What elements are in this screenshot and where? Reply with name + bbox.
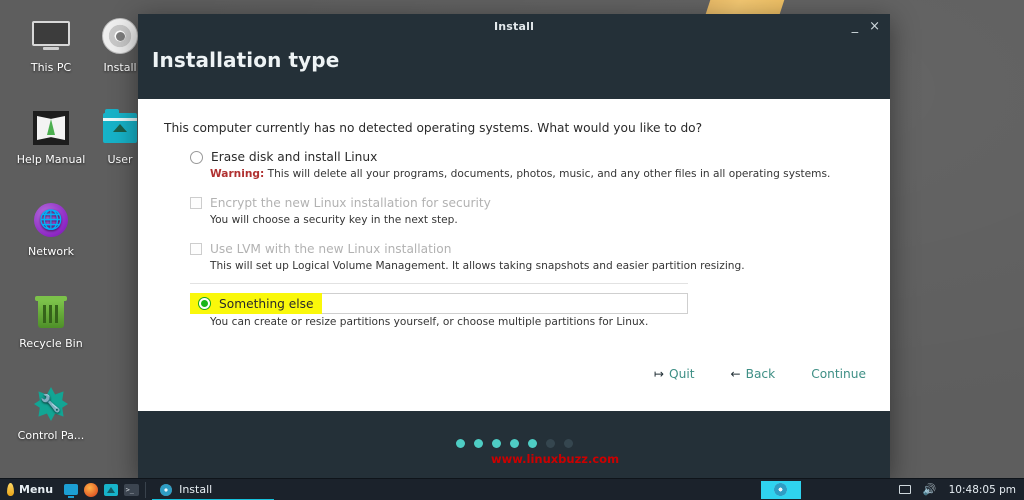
option-label: Use LVM with the new Linux installation [210, 242, 452, 256]
progress-dots [138, 439, 890, 448]
options-list: Erase disk and install Linux Warning: Th… [164, 147, 864, 328]
quicklaunch-file-manager[interactable] [101, 479, 121, 500]
warning-text: This will delete all your programs, docu… [267, 168, 831, 180]
continue-label: Continue [811, 367, 866, 381]
options-divider [190, 283, 688, 284]
quit-button[interactable]: ↦ Quit [654, 367, 695, 381]
menu-flame-icon [7, 483, 14, 496]
progress-dot [455, 439, 465, 448]
desktop: This PC Install Help Manual User 🌐 Netwo… [0, 0, 1024, 500]
option-encrypt: Encrypt the new Linux installation for s… [190, 193, 864, 226]
option-description: You will choose a security key in the ne… [210, 214, 458, 226]
watermark: www.linuxbuzz.com [491, 452, 620, 466]
desktop-icon-label: Recycle Bin [19, 337, 83, 350]
desktop-icon-label: Network [28, 245, 74, 258]
option-focus-outline[interactable]: Something else [190, 293, 688, 314]
volume-icon[interactable]: 🔊 [923, 484, 937, 495]
file-manager-icon [104, 483, 119, 496]
disc-icon [160, 483, 173, 496]
gear-wrench-icon: 🔧 [29, 384, 73, 424]
desktop-icon-label: Control Pa... [17, 429, 85, 442]
progress-dot [527, 439, 537, 448]
progress-dot [509, 439, 519, 448]
quicklaunch-show-desktop[interactable] [61, 479, 81, 500]
option-highlight[interactable]: Something else [190, 293, 322, 314]
firefox-icon [84, 482, 99, 497]
installer-window: Install _ × Installation type This compu… [138, 14, 890, 478]
folder-home-icon [98, 108, 142, 148]
monitor-icon [64, 484, 79, 498]
disc-icon [98, 16, 142, 56]
radio-erase-disk[interactable] [190, 150, 203, 164]
warning-prefix: Warning: [210, 168, 265, 180]
progress-dot [545, 439, 555, 448]
quicklaunch-terminal[interactable]: >_ [121, 479, 141, 500]
option-something-else[interactable]: Something else You can create or resize … [190, 293, 864, 328]
option-description: This will set up Logical Volume Manageme… [210, 260, 745, 272]
checkbox-lvm [190, 243, 202, 255]
exit-icon: ↦ [653, 367, 665, 381]
back-label: Back [745, 367, 776, 381]
taskbar: Menu >_ Install 🔊 10:48:05 pm [0, 478, 1024, 500]
desktop-icon-recycle-bin[interactable]: Recycle Bin [16, 292, 86, 350]
option-erase-disk[interactable]: Erase disk and install Linux Warning: Th… [190, 147, 864, 180]
display-icon[interactable] [898, 485, 911, 494]
quit-label: Quit [669, 367, 695, 381]
progress-dot [491, 439, 501, 448]
desktop-icon-help-manual[interactable]: Help Manual [16, 108, 86, 166]
option-label: Something else [219, 296, 314, 311]
quicklaunch-firefox[interactable] [81, 479, 101, 500]
arrow-left-icon: ← [730, 367, 741, 381]
window-controls: _ × [852, 14, 880, 38]
option-description: Warning: This will delete all your progr… [210, 168, 864, 180]
desktop-icon-control-panel[interactable]: 🔧 Control Pa... [16, 384, 86, 442]
start-menu-button[interactable]: Menu [0, 479, 61, 500]
option-lvm: Use LVM with the new Linux installation … [190, 239, 864, 272]
option-label: Erase disk and install Linux [211, 150, 378, 164]
globe-icon: 🌐 [29, 200, 73, 240]
monitor-icon [29, 16, 73, 56]
disc-icon [774, 483, 788, 496]
installer-content: This computer currently has no detected … [138, 99, 890, 466]
desktop-icon-network[interactable]: 🌐 Network [16, 200, 86, 258]
option-description: You can create or resize partitions your… [210, 316, 649, 328]
window-titlebar: Install _ × [138, 14, 890, 38]
window-title: Install [493, 19, 535, 33]
prompt-text: This computer currently has no detected … [164, 121, 703, 135]
continue-button[interactable]: Continue [811, 367, 866, 381]
desktop-icon-label: This PC [30, 61, 72, 74]
desktop-icon-this-pc[interactable]: This PC [16, 16, 86, 74]
clock[interactable]: 10:48:05 pm [949, 484, 1016, 496]
task-label: Install [179, 483, 213, 496]
option-label: Encrypt the new Linux installation for s… [210, 196, 491, 210]
desktop-icon-label: Help Manual [16, 153, 86, 166]
page-title: Installation type [152, 48, 340, 72]
trash-icon [29, 292, 73, 332]
checkbox-encrypt [190, 197, 202, 209]
tray-active-window-icon[interactable] [760, 480, 801, 499]
installer-header: Installation type [138, 38, 890, 108]
terminal-icon: >_ [123, 483, 139, 496]
progress-dot [563, 439, 573, 448]
system-tray: 🔊 10:48:05 pm [760, 479, 1024, 500]
dialog-button-bar: ↦ Quit ← Back Continue [654, 367, 866, 381]
menu-label: Menu [19, 483, 54, 496]
progress-dot [473, 439, 483, 448]
taskbar-separator [145, 481, 147, 498]
taskbar-task-install[interactable]: Install [154, 479, 224, 500]
book-icon [29, 108, 73, 148]
close-icon[interactable]: × [869, 20, 880, 33]
back-button[interactable]: ← Back [731, 367, 776, 381]
radio-something-else[interactable] [198, 297, 211, 310]
minimize-icon[interactable]: _ [852, 20, 859, 33]
